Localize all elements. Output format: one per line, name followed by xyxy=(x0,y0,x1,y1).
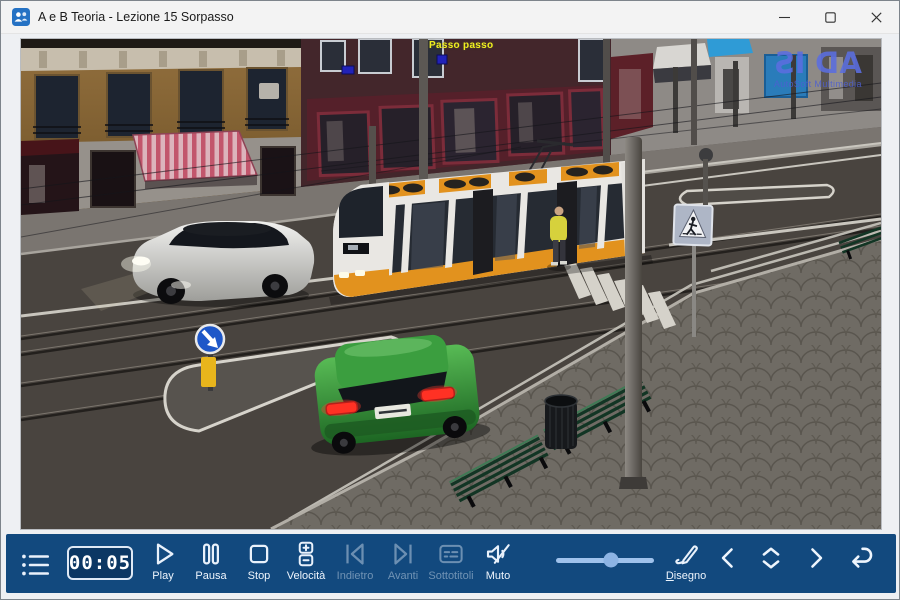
return-button[interactable] xyxy=(842,541,876,578)
close-button[interactable] xyxy=(853,1,899,33)
window-title: A e B Teoria - Lezione 15 Sorpasso xyxy=(38,10,234,24)
litter-bin xyxy=(545,395,577,449)
logo-word: SIDA xyxy=(769,49,867,77)
prev-chapter-button[interactable] xyxy=(711,541,745,578)
logo-letter: I xyxy=(795,46,811,80)
logo-letter: D xyxy=(810,49,839,77)
stop-label: Stop xyxy=(248,570,271,582)
maximize-button[interactable] xyxy=(807,1,853,33)
chapter-list-button[interactable] xyxy=(754,541,788,578)
volume-slider[interactable] xyxy=(556,552,654,568)
mute-button[interactable]: Muto xyxy=(462,539,534,582)
left-building xyxy=(21,39,301,215)
timer-value: 00:05 xyxy=(69,552,131,574)
timer-display: 00:05 xyxy=(67,546,133,580)
step-mode-label: Passo passo xyxy=(429,40,493,51)
logo-letter: S xyxy=(769,49,795,77)
mute-label: Muto xyxy=(486,570,510,582)
playlist-button[interactable] xyxy=(18,548,52,585)
pause-label: Pausa xyxy=(195,570,226,582)
player-toolbar: 00:05 Play Pausa Stop Velocità Indietro xyxy=(6,534,896,593)
draw-label: Disegno xyxy=(666,570,706,582)
window-controls xyxy=(761,1,899,33)
forward-label: Avanti xyxy=(388,570,418,582)
lesson-scene xyxy=(21,39,881,529)
logo-subtitle: AutoSoft Multimedia xyxy=(769,79,867,89)
logo-letter: A xyxy=(840,46,867,80)
sida-logo: SIDA AutoSoft Multimedia xyxy=(769,49,867,89)
draw-accesskey: D xyxy=(666,570,674,582)
app-icon xyxy=(12,8,30,26)
next-chapter-button[interactable] xyxy=(799,541,833,578)
title-bar: A e B Teoria - Lezione 15 Sorpasso xyxy=(1,1,899,34)
play-label: Play xyxy=(152,570,173,582)
volume-slider-thumb[interactable] xyxy=(603,553,618,568)
app-window: A e B Teoria - Lezione 15 Sorpasso xyxy=(0,0,900,600)
white-awning xyxy=(653,43,711,69)
minimize-button[interactable] xyxy=(761,1,807,33)
video-panel: Passo passo SIDA AutoSoft Multimedia xyxy=(21,39,881,529)
pink-awning xyxy=(133,131,257,181)
